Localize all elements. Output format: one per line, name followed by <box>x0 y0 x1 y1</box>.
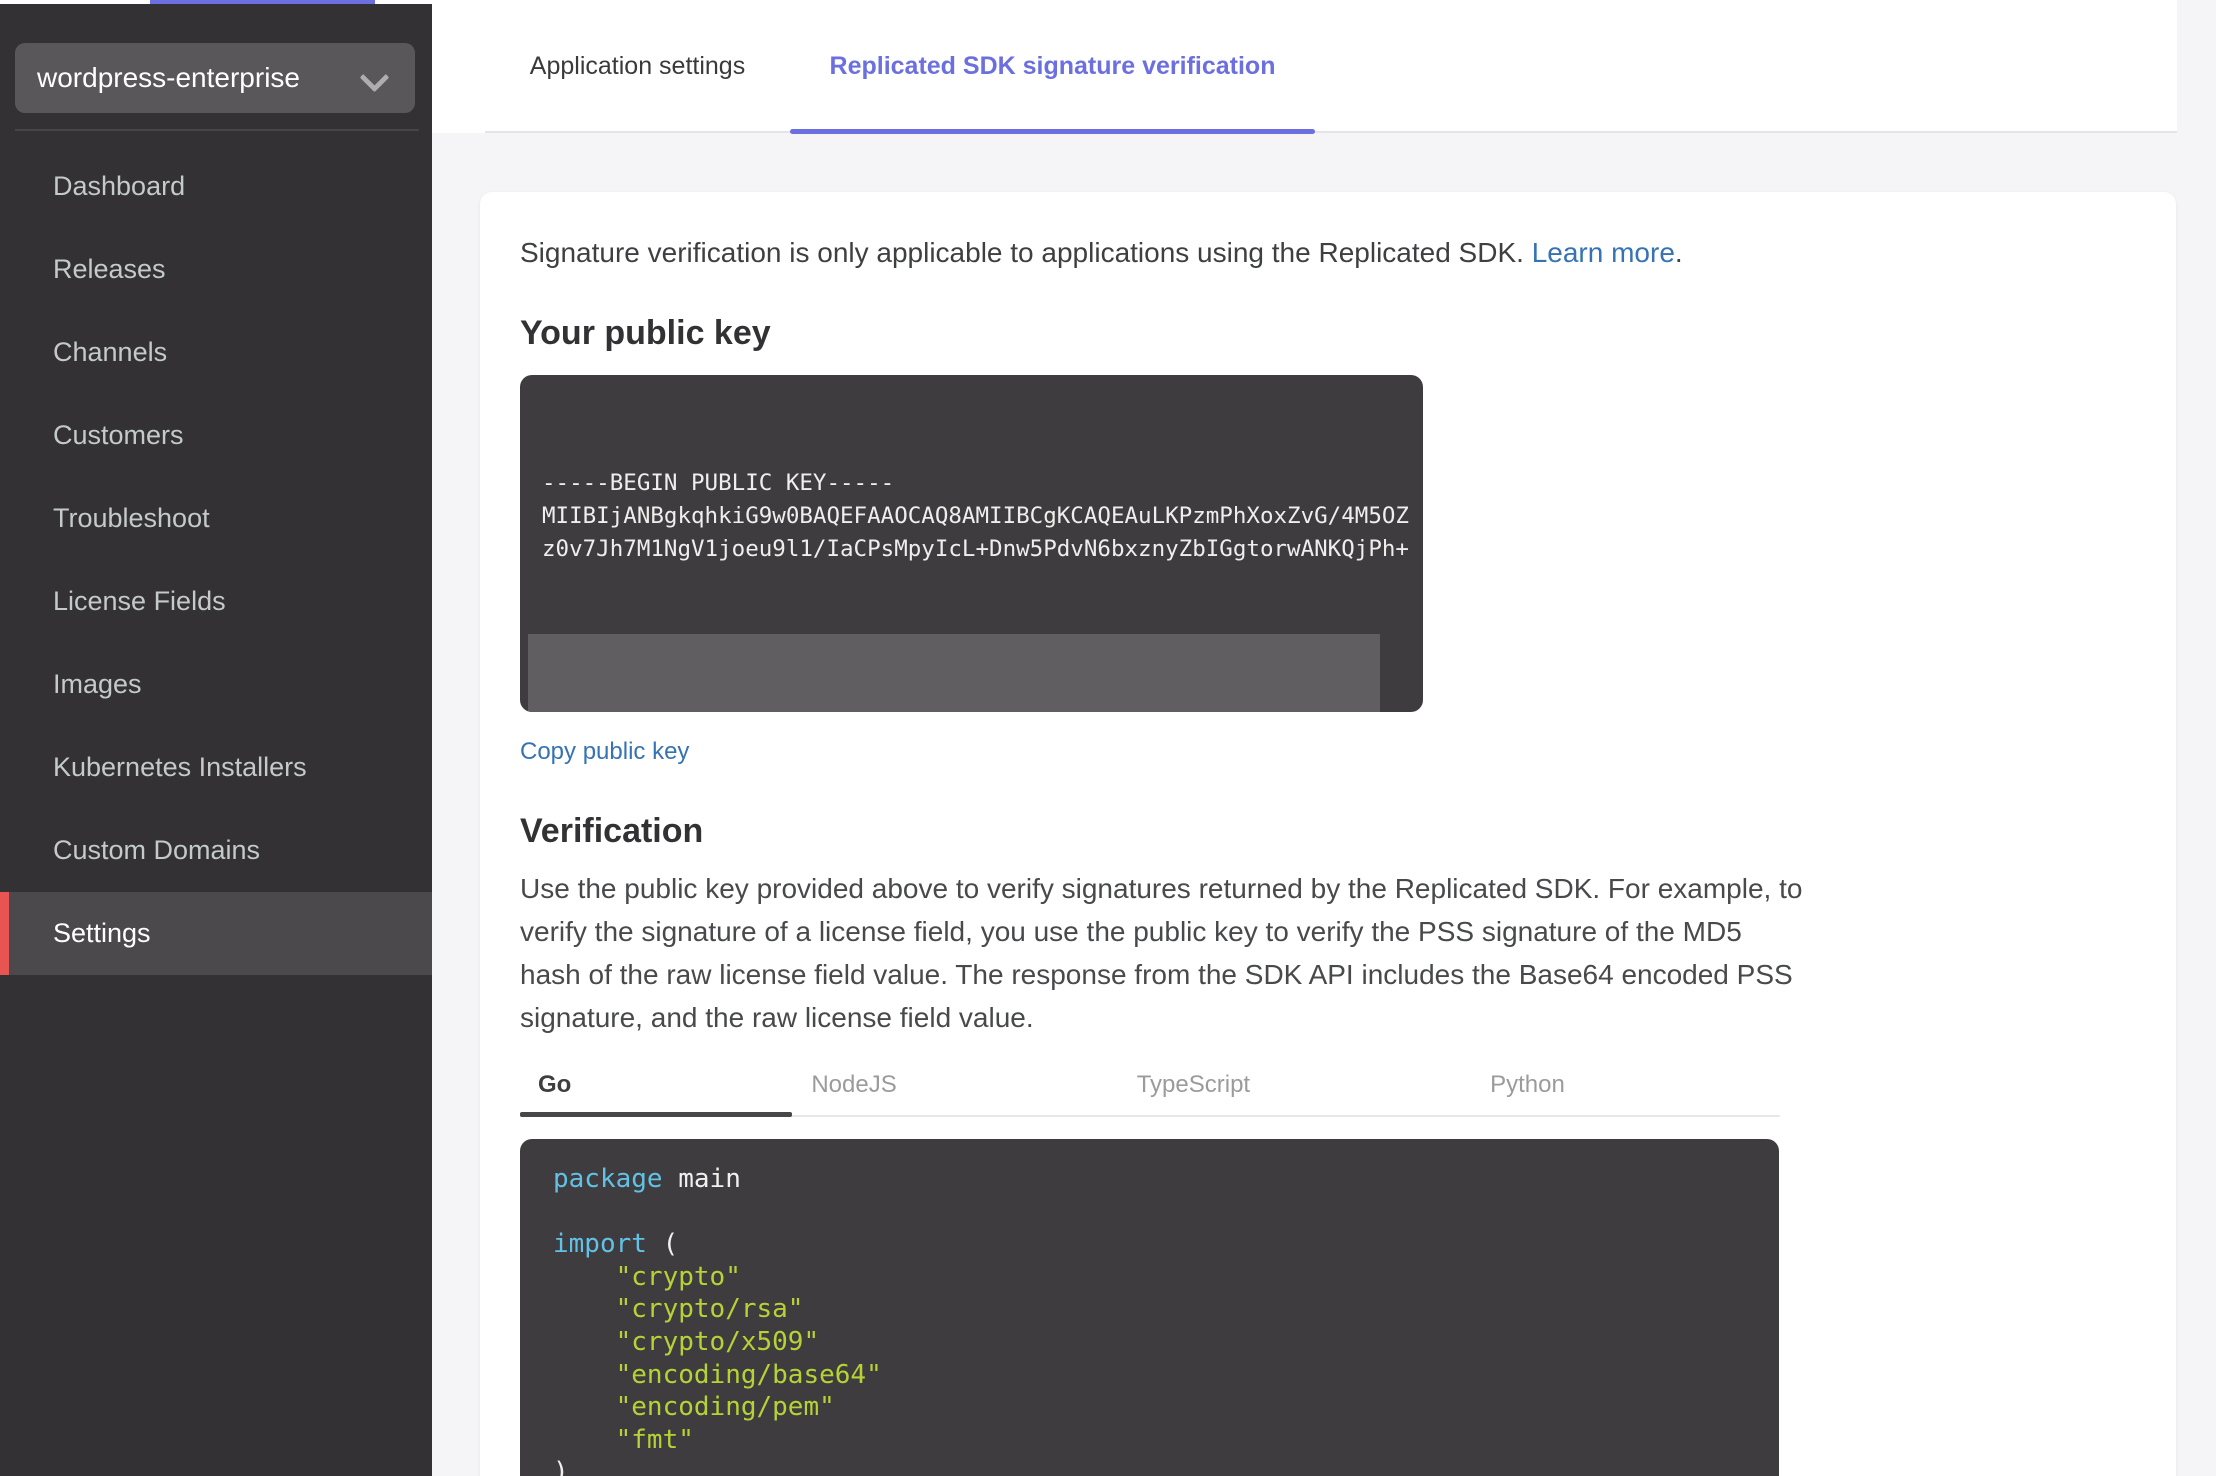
sidebar-item-images[interactable]: Images <box>0 643 432 726</box>
tab-application-settings[interactable]: Application settings <box>485 0 790 133</box>
sidebar-item-license-fields[interactable]: License Fields <box>0 560 432 643</box>
sidebar-divider <box>15 129 419 131</box>
sidebar-nav: Dashboard Releases Channels Customers Troubl… <box>0 145 432 975</box>
header-tab-bar: Application settings Replicated SDK sign… <box>432 0 2177 134</box>
verification-description: Use the public key provided above to ver… <box>520 873 1803 1033</box>
public-key-line: -----BEGIN PUBLIC KEY----- <box>542 470 895 496</box>
intro-text: Signature verification is only applicabl… <box>520 234 2136 272</box>
app-selector-dropdown[interactable]: wordpress-enterprise <box>15 43 415 113</box>
public-key-line: MIIBIjANBgkqhkiG9w0BAQEFAAOCAQ8AMIIBCgKC… <box>542 503 1409 529</box>
top-accent-bar <box>150 0 375 4</box>
redacted-key-overlay <box>528 634 1380 712</box>
sidebar-item-settings[interactable]: Settings <box>0 892 432 975</box>
public-key-block: -----BEGIN PUBLIC KEY----- MIIBIjANBgkqhk… <box>520 375 1423 712</box>
sidebar-item-dashboard[interactable]: Dashboard <box>0 145 432 228</box>
sidebar-item-custom-domains[interactable]: Custom Domains <box>0 809 432 892</box>
code-line: "crypto" <box>615 1261 741 1292</box>
language-tab-go[interactable]: Go <box>538 1071 571 1099</box>
app-selector-value: wordpress-enterprise <box>37 62 300 93</box>
code-line: "fmt" <box>615 1424 694 1455</box>
public-key-text: -----BEGIN PUBLIC KEY----- MIIBIjANBgkqhk… <box>542 467 1409 566</box>
code-line: "crypto/x509" <box>615 1326 820 1357</box>
code-block: package main import ( "crypto" "crypto/r… <box>520 1139 1779 1476</box>
tab-label: Application settings <box>529 52 746 80</box>
verification-title: Verification <box>520 812 704 850</box>
code-line: ) <box>553 1457 569 1476</box>
sidebar-item-troubleshoot[interactable]: Troubleshoot <box>0 477 432 560</box>
top-strip <box>0 0 432 4</box>
language-tab-python[interactable]: Python <box>1490 1071 1565 1099</box>
active-language-underline <box>520 1112 792 1117</box>
public-key-title: Your public key <box>520 314 771 352</box>
sidebar: wordpress-enterprise Dashboard Releases Ch… <box>0 0 432 1476</box>
sidebar-item-releases[interactable]: Releases <box>0 228 432 311</box>
active-tab-underline <box>790 129 1315 134</box>
copy-public-key-link[interactable]: Copy public key <box>520 738 689 766</box>
tab-label: Replicated SDK signature verification <box>829 52 1276 80</box>
sidebar-item-customers[interactable]: Customers <box>0 394 432 477</box>
chevron-down-icon <box>361 65 387 91</box>
content-card: Signature verification is only applicabl… <box>480 192 2176 1476</box>
code-line: package main <box>553 1164 741 1194</box>
code-line: "encoding/base64" <box>615 1359 882 1390</box>
code-line: "encoding/pem" <box>615 1392 835 1423</box>
language-tab-typescript[interactable]: TypeScript <box>1137 1071 1250 1099</box>
sidebar-item-kubernetes-installers[interactable]: Kubernetes Installers <box>0 726 432 809</box>
language-tabs: Go NodeJS TypeScript Python <box>520 1055 1780 1117</box>
language-tab-nodejs[interactable]: NodeJS <box>811 1071 896 1099</box>
code-line: import ( <box>553 1229 679 1260</box>
sidebar-item-channels[interactable]: Channels <box>0 311 432 394</box>
learn-more-link[interactable]: Learn more <box>1532 237 1675 268</box>
public-key-line: z0v7Jh7M1NgV1joeu9l1/IaCPsMpyIcL+Dnw5Pdv… <box>542 536 1409 562</box>
tab-replicated-sdk-signature-verification[interactable]: Replicated SDK signature verification <box>790 0 1315 134</box>
code-line: "crypto/rsa" <box>615 1294 804 1325</box>
intro-period: . <box>1674 237 1683 268</box>
intro-sentence: Signature verification is only applicabl… <box>520 237 1524 268</box>
